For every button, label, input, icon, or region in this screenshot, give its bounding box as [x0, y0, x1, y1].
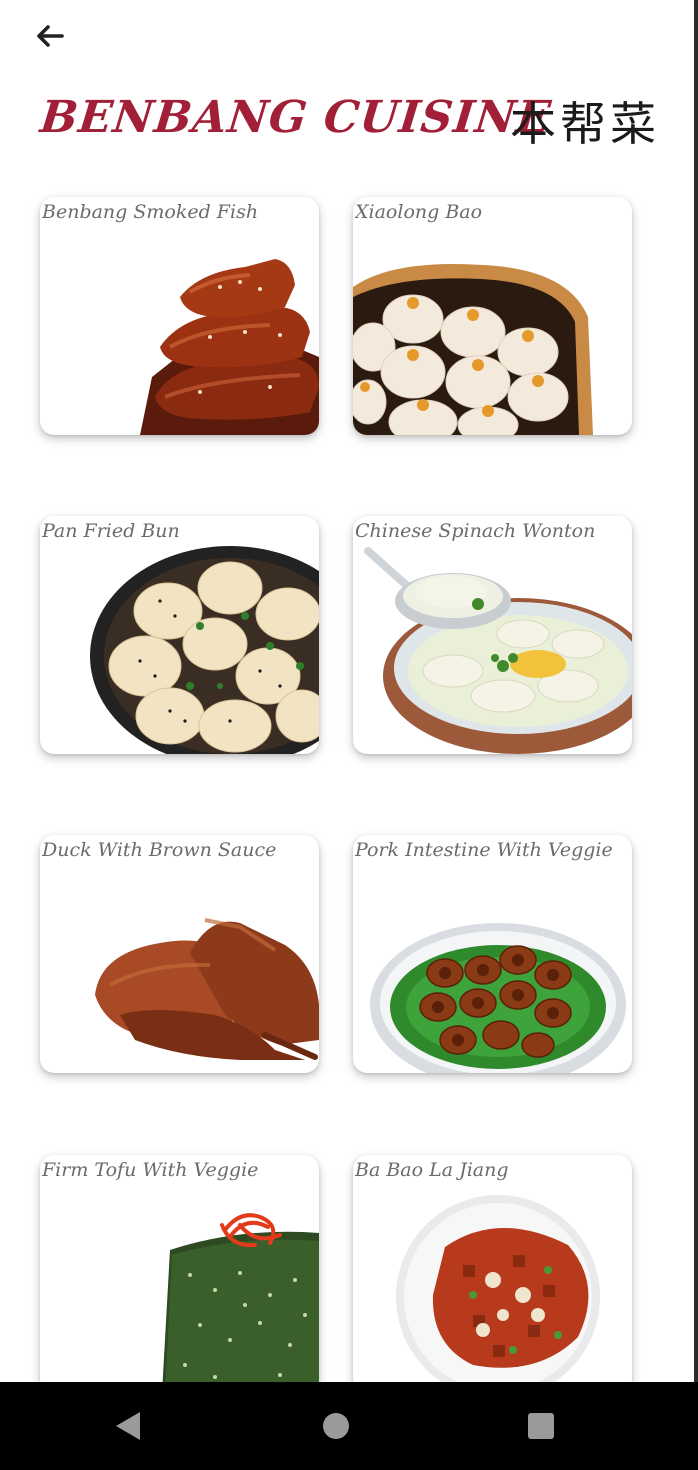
system-back-button[interactable]: [100, 1400, 154, 1452]
dish-card-pan-fried-bun[interactable]: Pan Fried Bun: [40, 516, 319, 754]
duck-image: [95, 918, 319, 1060]
dish-card-duck-brown-sauce[interactable]: Duck With Brown Sauce: [40, 835, 319, 1073]
arrow-left-icon: [37, 25, 64, 47]
spinach-wonton-image: [364, 547, 632, 754]
square-recents-icon: [528, 1413, 554, 1439]
dish-name: Xiaolong Bao: [355, 201, 483, 223]
dish-name: Duck With Brown Sauce: [42, 839, 277, 861]
page-title-chinese: 本帮菜: [510, 97, 660, 151]
firm-tofu-image: [162, 1213, 319, 1393]
dish-name: Pork Intestine With Veggie: [355, 839, 613, 861]
dish-card-firm-tofu[interactable]: Firm Tofu With Veggie: [40, 1155, 319, 1393]
dish-card-pork-intestine[interactable]: Pork Intestine With Veggie: [353, 835, 632, 1073]
smoked-fish-image: [140, 259, 319, 435]
dish-name: Pan Fried Bun: [42, 520, 180, 542]
triangle-back-icon: [116, 1412, 140, 1440]
dish-card-xiaolong-bao[interactable]: Xiaolong Bao: [353, 197, 632, 435]
system-home-button[interactable]: [309, 1400, 363, 1452]
pan-fried-bun-image: [90, 546, 319, 754]
xiaolong-bao-image: [353, 263, 593, 435]
pork-intestine-image: [370, 923, 626, 1073]
page-title: BENBANG CUISINE: [37, 92, 554, 143]
ba-bao-la-jiang-image: [396, 1195, 600, 1393]
dish-name: Ba Bao La Jiang: [355, 1159, 509, 1181]
circle-home-icon: [323, 1413, 349, 1439]
back-button[interactable]: [28, 18, 72, 56]
dish-card-ba-bao-la-jiang[interactable]: Ba Bao La Jiang: [353, 1155, 632, 1393]
dish-name: Chinese Spinach Wonton: [355, 520, 596, 542]
dish-card-spinach-wonton[interactable]: Chinese Spinach Wonton: [353, 516, 632, 754]
dish-card-smoked-fish[interactable]: Benbang Smoked Fish: [40, 197, 319, 435]
system-navigation-bar: [0, 1382, 698, 1470]
dish-name: Benbang Smoked Fish: [42, 201, 259, 223]
dish-name: Firm Tofu With Veggie: [42, 1159, 259, 1181]
screen-edge: [694, 0, 698, 1382]
system-recents-button[interactable]: [514, 1400, 568, 1452]
